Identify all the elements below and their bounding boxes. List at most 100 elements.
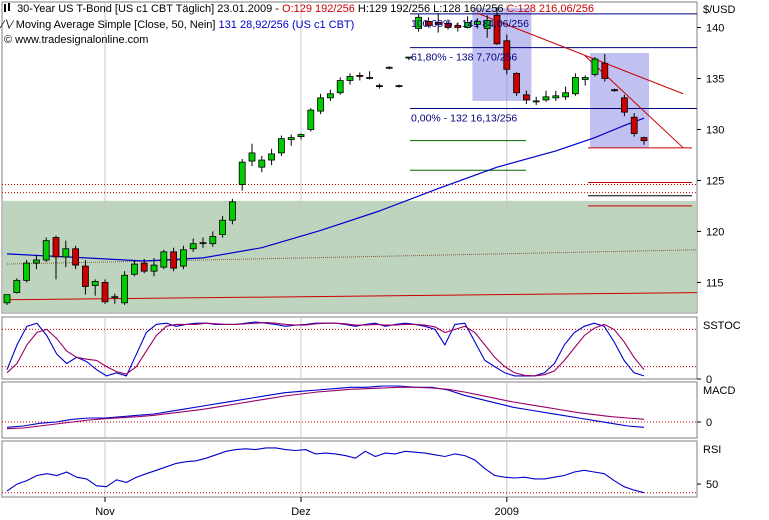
candle-body [101, 282, 109, 303]
candle-body [552, 95, 560, 99]
instrument-label: 30-Year US T-Bond [US c1 CBT Täglich] 23… [17, 3, 283, 15]
open-value: O:129 192/256 [282, 3, 355, 15]
close-value: C:128 216,06/256 [503, 3, 594, 15]
indicator-name-label: SSTOC [703, 320, 741, 332]
candle [228, 198, 236, 225]
copyright: © www.tradesignalonline.com [4, 34, 149, 46]
candle-body [287, 137, 295, 141]
candle-body [228, 201, 236, 221]
candle-body [209, 236, 217, 245]
candle [160, 249, 168, 270]
unit-label: $/USD [703, 4, 735, 16]
ma-header: ∕∖∕ Moving Average Simple [Close, 50, Ne… [2, 18, 354, 31]
candle-body [532, 100, 540, 103]
candle-body [91, 280, 99, 286]
candle [101, 279, 109, 304]
x-tick-label: Nov [95, 506, 115, 518]
candle-body [13, 279, 21, 294]
candle-body [238, 161, 246, 185]
candle-body [268, 153, 276, 161]
y-tick-label: 130 [706, 124, 724, 136]
price-header: 30-Year US T-Bond [US c1 CBT Täglich] 23… [2, 3, 594, 15]
candle [591, 57, 599, 77]
candle-body [179, 249, 187, 267]
candle-body [150, 264, 158, 272]
candle-body [581, 77, 589, 80]
candle-body [356, 75, 364, 77]
candle-body [170, 251, 178, 269]
candle-body [307, 109, 315, 130]
chart-canvas: 100,00% - 141 84,06/256 61,80% - 138 7,70… [1, 0, 768, 520]
candle [513, 72, 520, 96]
candle-body [189, 243, 197, 250]
candle-body [611, 89, 618, 92]
candle-body [375, 85, 383, 88]
y-tick-label: 120 [706, 226, 724, 238]
candle [23, 259, 31, 283]
candle-body [542, 96, 550, 101]
candle-body [130, 263, 138, 275]
candle-body [160, 251, 168, 268]
candle-body [72, 248, 79, 266]
fibonacci-level-label: 100,00% - 141 84,06/256 [411, 18, 529, 30]
candle-body [3, 294, 11, 304]
candle-body [111, 296, 119, 299]
candle-body [317, 97, 325, 112]
candle-body [326, 93, 334, 99]
candle-body [52, 237, 60, 258]
panel-frame [1, 440, 698, 498]
candle-body [572, 77, 579, 95]
candle-body [366, 77, 374, 79]
candle-body [640, 137, 648, 142]
candle [307, 108, 315, 132]
candle-body [336, 80, 344, 94]
candle [277, 135, 285, 156]
candle-body [140, 262, 148, 272]
candle [121, 271, 128, 305]
candle-body [523, 94, 530, 101]
candle-body [33, 259, 40, 264]
y-tick-label: 125 [706, 175, 724, 187]
panel-frame [1, 316, 698, 380]
candle-body [395, 85, 403, 88]
candle-body [62, 248, 70, 258]
candle-body [591, 58, 599, 75]
candle-body [346, 76, 354, 81]
highlight-box [590, 52, 649, 148]
candle-body [42, 240, 50, 261]
candle-body [630, 116, 638, 134]
candle-body [121, 274, 128, 304]
line-icon: ∕∖∕ [2, 19, 13, 31]
candle-body [219, 219, 227, 235]
y-tick-label: 140 [706, 22, 724, 34]
candle-body [23, 262, 31, 281]
y-tick-label: 50 [706, 479, 718, 491]
candle-body [248, 152, 256, 162]
panel-frame [1, 381, 698, 439]
candlestick-icon [2, 3, 14, 13]
candle-body [601, 62, 609, 79]
candle-body [297, 134, 305, 137]
y-tick-label: 115 [706, 277, 724, 289]
indicator-name-label: RSI [703, 444, 721, 456]
candle-body [277, 138, 285, 154]
candle-body [385, 66, 393, 69]
candle-body [82, 265, 89, 287]
candle-body [513, 72, 520, 94]
low-value: L:128 160/256 [430, 3, 504, 15]
y-tick-label: 0 [706, 417, 712, 429]
x-tick-label: 2009 [495, 506, 519, 518]
y-tick-label: 135 [706, 73, 724, 85]
high-value: H:129 192/256 [354, 3, 431, 15]
candle-body [258, 159, 266, 168]
candle-body [199, 242, 207, 245]
ma-label: Moving Average Simple [Close, 50, Nein] [15, 19, 216, 31]
candle [42, 237, 50, 263]
ma-value: 131 28,92/256 (US c1 CBT) [215, 19, 355, 31]
candle [13, 278, 21, 294]
fibonacci-level-label: 61,80% - 138 7,70/256 [411, 52, 517, 64]
candle-body [562, 92, 569, 98]
candle-body [621, 97, 628, 113]
indicator-name-label: MACD [703, 385, 735, 397]
x-tick-label: Dez [291, 506, 311, 518]
